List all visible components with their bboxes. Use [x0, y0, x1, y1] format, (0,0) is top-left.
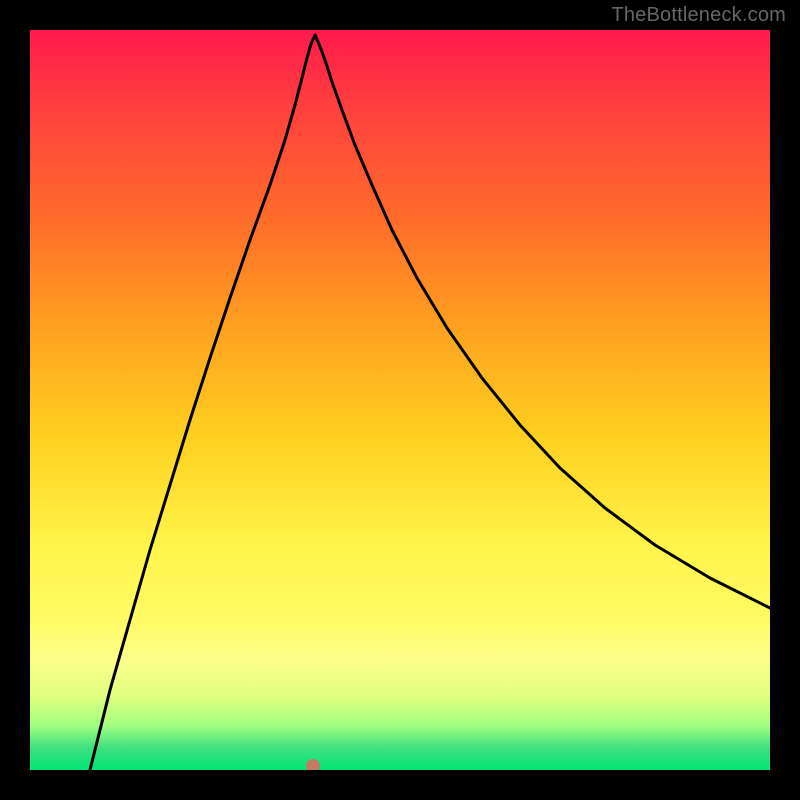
- background-gradient: [30, 30, 770, 770]
- marker-dot: [306, 759, 320, 770]
- watermark-text: TheBottleneck.com: [611, 4, 786, 27]
- chart-frame: [30, 30, 770, 770]
